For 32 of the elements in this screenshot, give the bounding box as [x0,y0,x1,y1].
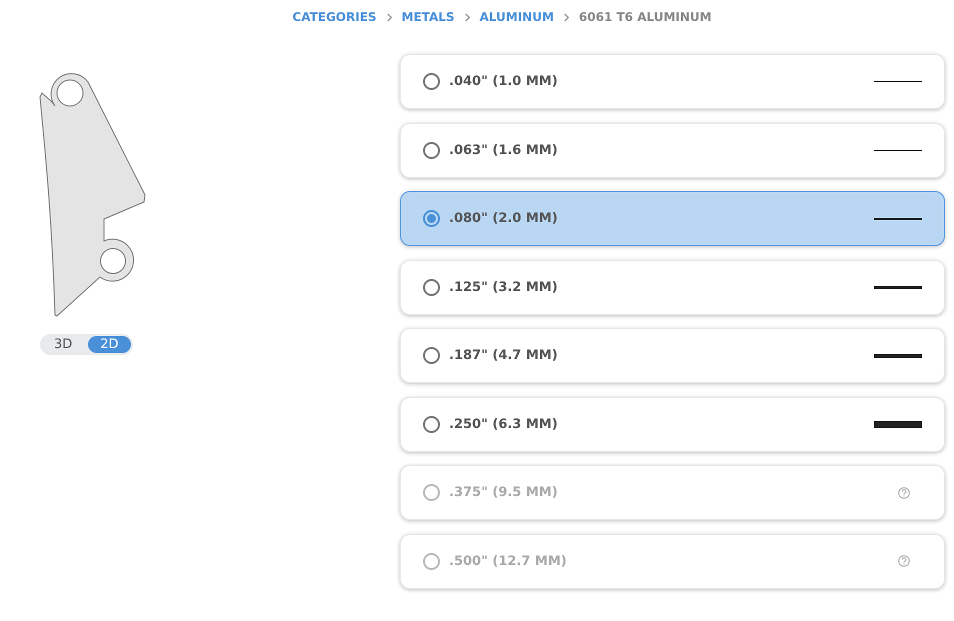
option-label: .500" (12.7 MM) [449,554,568,568]
thickness-line [874,81,922,82]
breadcrumb-link[interactable]: CATEGORIES [292,10,377,24]
option-label: .125" (3.2 MM) [449,280,559,294]
chevron-icon [562,12,570,22]
option-label: .187" (4.7 MM) [449,348,559,363]
view-option[interactable]: 2D [88,336,131,353]
thickness-option[interactable]: .187" (4.7 MM) [400,328,945,383]
thickness-line [874,218,922,220]
thickness-line [874,286,922,288]
option-label: .063" (1.6 MM) [449,142,559,158]
option-label: .375" (9.5 MM) [449,485,559,500]
chevron-icon [386,12,393,22]
thickness-option[interactable]: .040" (1.0 MM) [400,54,945,109]
option-label: .040" (1.0 MM) [449,74,559,89]
thickness-option[interactable]: .063" (1.6 MM) [400,122,945,178]
thickness-option[interactable]: .125" (3.2 MM) [400,260,945,314]
thickness-option[interactable]: .250" (6.3 MM) [400,396,945,452]
option-label: .080" (2.0 MM) [449,211,559,226]
radio-button[interactable] [423,210,440,227]
thickness-option[interactable]: .080" (2.0 MM) [400,191,945,246]
radio-button[interactable] [423,278,440,296]
view-option[interactable]: 3D [42,336,84,353]
breadcrumb-link[interactable]: METALS [402,10,455,24]
option-label: .250" (6.3 MM) [449,416,559,432]
breadcrumb-current: 6061 T6 ALUMINUM [578,10,712,24]
radio-button[interactable] [423,73,440,90]
radio-button[interactable] [423,416,440,432]
chevron-icon [464,12,471,22]
breadcrumb-link[interactable]: ALUMINUM [480,10,554,24]
radio-button[interactable] [423,142,440,158]
radio-button[interactable] [423,347,440,364]
